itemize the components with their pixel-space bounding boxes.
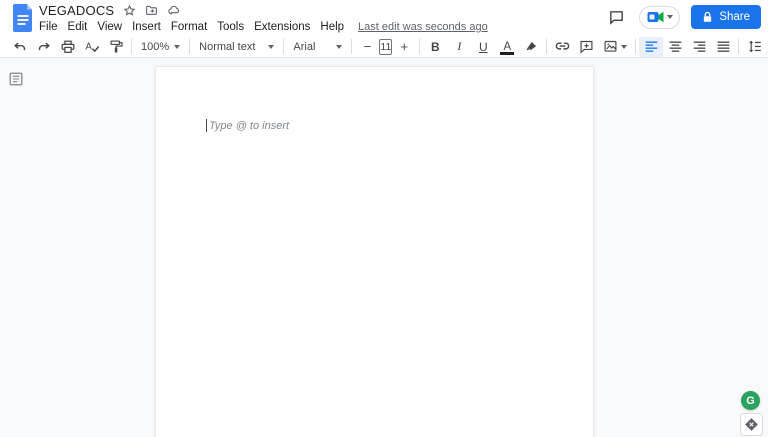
share-button[interactable]: Share xyxy=(691,5,761,29)
toolbar-separator xyxy=(189,39,191,54)
chevron-down-icon xyxy=(667,15,674,19)
italic-button[interactable]: I xyxy=(447,37,471,57)
placeholder-text: Type @ to insert xyxy=(209,119,290,132)
document-outline-button[interactable] xyxy=(8,71,24,87)
underline-button[interactable]: U xyxy=(471,37,495,57)
toolbar-separator xyxy=(738,39,740,54)
document-page[interactable]: Type @ to insert xyxy=(155,66,594,437)
explore-button[interactable] xyxy=(740,413,763,436)
lock-icon xyxy=(704,11,712,22)
menu-extensions[interactable]: Extensions xyxy=(249,20,315,34)
undo-button[interactable] xyxy=(8,37,32,57)
chevron-down-icon xyxy=(174,44,181,49)
chevron-down-icon xyxy=(621,44,628,49)
chevron-down-icon xyxy=(336,44,343,49)
font-family-select[interactable]: Arial xyxy=(287,37,348,57)
explore-diamond-icon xyxy=(745,418,758,431)
toolbar-separator xyxy=(419,39,421,54)
style-value: Normal text xyxy=(199,40,256,53)
share-label: Share xyxy=(719,11,750,23)
comments-icon[interactable] xyxy=(604,5,628,29)
menu-edit[interactable]: Edit xyxy=(63,20,93,34)
decrease-font-size-button[interactable]: − xyxy=(355,37,379,57)
meet-camera-icon xyxy=(647,11,664,23)
bold-button[interactable]: B xyxy=(423,37,447,57)
align-center-button[interactable] xyxy=(663,37,687,57)
title-block: VEGADOCS File Edit View Insert Format To… xyxy=(39,3,488,34)
cloud-saved-icon[interactable] xyxy=(167,4,180,17)
insert-link-button[interactable] xyxy=(550,37,574,57)
align-right-button[interactable] xyxy=(687,37,711,57)
menu-insert[interactable]: Insert xyxy=(127,20,166,34)
star-icon[interactable] xyxy=(123,4,136,17)
grammarly-icon[interactable]: G xyxy=(741,391,760,410)
menu-format[interactable]: Format xyxy=(166,20,212,34)
menu-help[interactable]: Help xyxy=(315,20,349,34)
zoom-value: 100% xyxy=(141,40,170,53)
font-size-input[interactable]: 11 xyxy=(379,38,393,55)
spellcheck-button[interactable]: A xyxy=(80,37,104,57)
text-color-button[interactable]: A xyxy=(495,37,519,57)
insert-image-button[interactable] xyxy=(598,37,632,57)
highlight-color-button[interactable] xyxy=(519,37,543,57)
document-title[interactable]: VEGADOCS xyxy=(39,3,114,18)
line-spacing-button[interactable] xyxy=(742,37,766,57)
chevron-down-icon xyxy=(268,44,275,49)
header-actions: Share xyxy=(604,5,761,29)
svg-text:A: A xyxy=(85,41,92,52)
menu-file[interactable]: File xyxy=(39,20,63,34)
move-folder-icon[interactable] xyxy=(145,4,158,17)
formatting-toolbar: A 100% Normal text Arial − 11 + B I U A xyxy=(0,36,768,58)
justify-button[interactable] xyxy=(711,37,735,57)
menu-tools[interactable]: Tools xyxy=(212,20,249,34)
last-edit-link[interactable]: Last edit was seconds ago xyxy=(358,21,488,33)
toolbar-separator xyxy=(351,39,353,54)
text-color-glyph: A xyxy=(503,40,512,53)
print-button[interactable] xyxy=(56,37,80,57)
toolbar-separator xyxy=(635,39,637,54)
redo-button[interactable] xyxy=(32,37,56,57)
docs-logo-icon[interactable] xyxy=(13,4,34,32)
align-left-button[interactable] xyxy=(639,36,664,57)
paragraph-style-select[interactable]: Normal text xyxy=(193,37,280,57)
toolbar-separator xyxy=(283,39,285,54)
text-cursor xyxy=(206,119,207,132)
color-bar xyxy=(500,52,515,55)
font-value: Arial xyxy=(293,40,316,53)
placeholder-line[interactable]: Type @ to insert xyxy=(206,119,289,132)
paint-format-button[interactable] xyxy=(104,37,128,57)
zoom-select[interactable]: 100% xyxy=(135,37,186,57)
toolbar-separator xyxy=(131,39,132,54)
app-header: VEGADOCS File Edit View Insert Format To… xyxy=(0,0,768,36)
add-comment-button[interactable] xyxy=(574,37,598,57)
document-canvas: Type @ to insert G xyxy=(0,58,768,437)
toolbar-separator xyxy=(546,39,548,54)
menu-bar: File Edit View Insert Format Tools Exten… xyxy=(39,20,488,34)
menu-view[interactable]: View xyxy=(92,20,127,34)
join-meet-button[interactable] xyxy=(639,5,681,29)
increase-font-size-button[interactable]: + xyxy=(392,37,416,57)
